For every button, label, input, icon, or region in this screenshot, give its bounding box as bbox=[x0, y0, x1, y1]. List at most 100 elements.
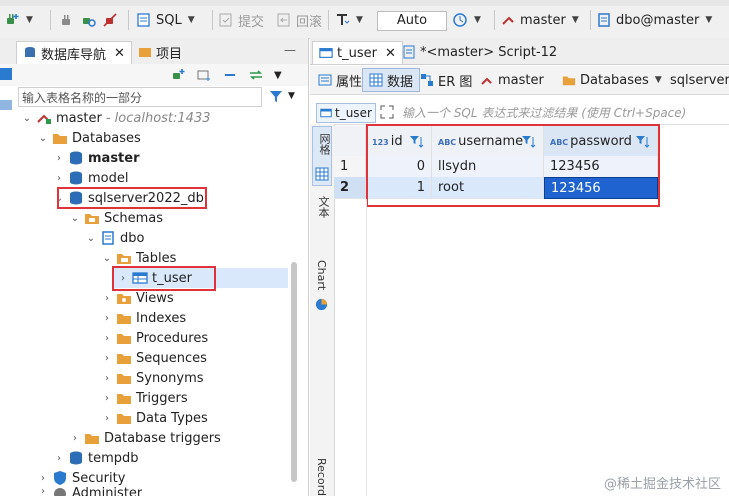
tree-node-indexes[interactable]: › Indexes bbox=[102, 308, 186, 328]
highlight-box-database bbox=[57, 187, 207, 209]
tree-node-views[interactable]: › Views bbox=[102, 288, 174, 308]
minimize-panel-icon[interactable]: — bbox=[284, 43, 296, 57]
expand-icon[interactable] bbox=[380, 105, 394, 119]
tree-node-dbo[interactable]: ⌄ dbo bbox=[86, 228, 145, 248]
views-folder-icon bbox=[117, 294, 131, 304]
subtab-er-diagram[interactable]: ER 图 bbox=[414, 69, 478, 91]
transaction-mode-button[interactable]: ▼ bbox=[334, 10, 363, 30]
collapse-all-icon[interactable] bbox=[222, 67, 238, 83]
sql-editor-button[interactable]: SQL ▼ bbox=[136, 10, 195, 30]
chevron-right-icon[interactable]: › bbox=[102, 393, 112, 404]
chevron-right-icon[interactable]: › bbox=[54, 153, 64, 164]
tab-t-user-label: t_user bbox=[337, 45, 377, 61]
link-editor-icon[interactable] bbox=[248, 67, 264, 83]
chevron-right-icon[interactable]: › bbox=[38, 486, 48, 496]
databases-label: Databases bbox=[72, 130, 141, 146]
active-schema-selector[interactable]: dbo@master ▼ bbox=[596, 10, 712, 30]
table-icon bbox=[320, 108, 332, 118]
tree-node-security[interactable]: › Security bbox=[38, 468, 125, 488]
breadcrumb-connection[interactable]: master bbox=[474, 69, 550, 91]
chevron-right-icon[interactable]: › bbox=[102, 333, 112, 344]
tab-t-user[interactable]: t_user ✕ bbox=[312, 41, 403, 64]
chevron-right-icon[interactable]: › bbox=[102, 373, 112, 384]
subtab-data-label: 数据 bbox=[387, 74, 414, 90]
grid-corner bbox=[334, 126, 366, 158]
tree-node-sequences[interactable]: › Sequences bbox=[102, 348, 207, 368]
table-icon bbox=[319, 48, 333, 58]
chevron-right-icon[interactable]: › bbox=[54, 173, 64, 184]
view-text-button[interactable]: 文本 bbox=[312, 196, 332, 248]
tree-node-procedures[interactable]: › Procedures bbox=[102, 328, 208, 348]
view-record-button[interactable]: Record bbox=[312, 454, 332, 496]
chevron-down-icon[interactable]: ⌄ bbox=[86, 233, 96, 244]
tree-node-db-tempdb[interactable]: › tempdb bbox=[54, 448, 139, 468]
reconnect-button[interactable] bbox=[80, 10, 96, 30]
active-connection-selector[interactable]: master ▼ bbox=[500, 10, 579, 30]
chevron-down-icon[interactable]: ⌄ bbox=[70, 213, 80, 224]
navigator-scrollbar[interactable] bbox=[291, 262, 297, 482]
row-number[interactable]: 2 bbox=[334, 177, 366, 199]
tree-node-triggers[interactable]: › Triggers bbox=[102, 388, 188, 408]
tree-node-tables[interactable]: ⌄ Tables bbox=[102, 248, 177, 268]
view-chart-button[interactable]: Chart bbox=[312, 260, 332, 316]
chevron-down-icon[interactable]: ⌄ bbox=[22, 113, 32, 124]
grid-column-line bbox=[366, 199, 367, 496]
folder-icon bbox=[53, 134, 67, 144]
tree-node-synonyms[interactable]: › Synonyms bbox=[102, 368, 204, 388]
chevron-right-icon[interactable]: › bbox=[102, 313, 112, 324]
chevron-right-icon[interactable]: › bbox=[54, 453, 64, 464]
view-menu-icon[interactable]: ▼ bbox=[274, 70, 282, 81]
tab-script-12[interactable]: *<master> Script-12 bbox=[396, 41, 563, 63]
sql-filter-input[interactable]: 输入一个 SQL 表达式来过滤结果 (使用 Ctrl+Space) bbox=[402, 104, 686, 121]
tree-node-administer[interactable]: › Administer bbox=[38, 486, 142, 496]
tree-node-data-types[interactable]: › Data Types bbox=[102, 408, 208, 428]
db-master-label: master bbox=[88, 150, 140, 166]
breadcrumb-database[interactable]: sqlserver2022_db bbox=[660, 69, 729, 91]
highlight-box-results bbox=[366, 124, 660, 207]
data-types-label: Data Types bbox=[136, 410, 208, 426]
filter-table-chip[interactable]: t_user bbox=[316, 103, 376, 123]
sequences-label: Sequences bbox=[136, 350, 207, 366]
side-strip-icon bbox=[0, 100, 12, 110]
tree-node-connection[interactable]: ⌄ master - localhost:1433 bbox=[22, 108, 211, 128]
tab-projects[interactable]: 项目 bbox=[132, 41, 188, 63]
tree-node-schemas[interactable]: ⌄ Schemas bbox=[70, 208, 163, 228]
auto-commit-select[interactable]: Auto bbox=[377, 11, 447, 31]
chevron-down-icon[interactable]: ⌄ bbox=[38, 133, 48, 144]
chevron-right-icon[interactable]: › bbox=[102, 413, 112, 424]
tab-database-navigator[interactable]: 数据库导航 ✕ bbox=[16, 41, 132, 64]
tree-node-db-master[interactable]: › master bbox=[54, 148, 140, 168]
row-number[interactable]: 1 bbox=[334, 156, 366, 178]
chevron-right-icon[interactable]: › bbox=[102, 293, 112, 304]
chevron-right-icon[interactable]: › bbox=[38, 473, 48, 484]
tree-node-databases[interactable]: ⌄ Databases bbox=[38, 128, 141, 148]
view-grid-button[interactable]: 网格 bbox=[312, 126, 332, 186]
db-tempdb-label: tempdb bbox=[88, 450, 139, 466]
connect-button[interactable] bbox=[58, 10, 74, 30]
chevron-right-icon[interactable]: › bbox=[70, 433, 80, 444]
tree-node-db-model[interactable]: › model bbox=[54, 168, 128, 188]
chevron-down-icon[interactable]: ▼ bbox=[288, 91, 295, 101]
breadcrumb-databases[interactable]: Databases ▼ bbox=[556, 69, 668, 91]
chevron-right-icon[interactable]: › bbox=[102, 353, 112, 364]
synonyms-label: Synonyms bbox=[136, 370, 204, 386]
subtab-properties[interactable]: 属性 bbox=[312, 69, 368, 91]
administer-label: Administer bbox=[72, 486, 143, 496]
disconnect-button[interactable] bbox=[102, 10, 118, 30]
tree-node-database-triggers[interactable]: › Database triggers bbox=[70, 428, 221, 448]
rollback-button[interactable]: 回滚 bbox=[276, 10, 322, 30]
subtab-data[interactable]: 数据 bbox=[362, 68, 421, 92]
commit-button[interactable]: 提交 bbox=[218, 10, 264, 30]
folder-icon bbox=[117, 334, 131, 344]
close-icon[interactable]: ✕ bbox=[114, 46, 125, 61]
chevron-down-icon[interactable]: ⌄ bbox=[102, 253, 112, 264]
filter-icon[interactable] bbox=[268, 88, 284, 104]
new-connection-button[interactable]: ▼ bbox=[4, 10, 33, 30]
active-schema-label: dbo@master bbox=[616, 12, 700, 28]
new-folder-icon[interactable] bbox=[196, 67, 212, 83]
history-button[interactable]: ▼ bbox=[452, 10, 481, 30]
new-connection-icon[interactable] bbox=[170, 67, 186, 83]
table-name-filter-input[interactable]: 输入表格名称的一部分 bbox=[18, 87, 262, 107]
er-diagram-icon bbox=[421, 74, 433, 86]
close-icon[interactable]: ✕ bbox=[385, 46, 396, 61]
